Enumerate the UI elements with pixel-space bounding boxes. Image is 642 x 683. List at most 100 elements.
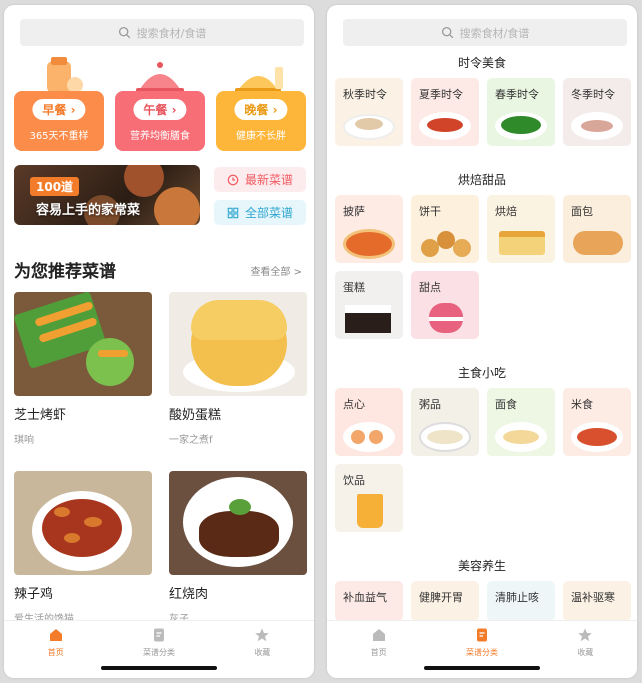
category-item[interactable]: 点心 bbox=[335, 388, 403, 456]
category-label: 烘焙 bbox=[495, 205, 517, 218]
tab-favorites[interactable]: 收藏 bbox=[550, 627, 620, 678]
tab-home-label: 首页 bbox=[47, 648, 64, 657]
category-item[interactable]: 饮品 bbox=[335, 464, 403, 532]
category-image bbox=[335, 104, 403, 146]
tab-categories-label: 菜谱分类 bbox=[142, 648, 175, 657]
category-image bbox=[411, 414, 479, 456]
chevron-right-icon: › bbox=[70, 103, 76, 117]
breakfast-subtitle: 365天不重样 bbox=[29, 131, 89, 142]
category-label: 饮品 bbox=[343, 474, 365, 487]
star-icon bbox=[255, 628, 270, 642]
lunch-card[interactable]: 午餐 › 营养均衡膳食 bbox=[115, 55, 205, 151]
banner-text: 容易上手的家常菜 bbox=[36, 203, 141, 218]
recipe-card[interactable]: 酸奶蛋糕 一家之煮f bbox=[169, 292, 307, 446]
category-item[interactable]: 补血益气 bbox=[335, 581, 403, 621]
category-item[interactable]: 健脾开胃 bbox=[411, 581, 479, 621]
tab-favorites-label: 收藏 bbox=[577, 648, 594, 657]
menu-book-icon bbox=[476, 628, 487, 642]
latest-recipes-button[interactable]: 最新菜谱 bbox=[214, 167, 306, 192]
tab-home[interactable]: 首页 bbox=[21, 627, 91, 678]
category-item[interactable]: 清肺止咳 bbox=[487, 581, 555, 621]
category-item[interactable]: 温补驱寒 bbox=[563, 581, 631, 621]
recipe-name: 辣子鸡 bbox=[14, 587, 54, 602]
lunch-subtitle: 营养均衡膳食 bbox=[130, 131, 190, 142]
category-image bbox=[335, 297, 403, 339]
recipe-author: 一家之煮f bbox=[169, 435, 213, 446]
all-recipes-button[interactable]: 全部菜谱 bbox=[214, 200, 306, 225]
category-label: 温补驱寒 bbox=[571, 591, 615, 604]
category-item[interactable]: 粥品 bbox=[411, 388, 479, 456]
latest-recipes-label: 最新菜谱 bbox=[244, 173, 293, 187]
recipe-card[interactable]: 红烧肉 灰子 bbox=[169, 471, 307, 625]
category-label: 粥品 bbox=[419, 398, 441, 411]
search-bar[interactable]: 搜索食材/食谱 bbox=[20, 19, 304, 46]
category-label: 点心 bbox=[343, 398, 365, 411]
recipe-name: 红烧肉 bbox=[169, 587, 209, 602]
category-title-baking: 烘焙甜品 bbox=[457, 173, 506, 187]
tab-favorites[interactable]: 收藏 bbox=[227, 627, 297, 678]
category-label: 面食 bbox=[495, 398, 517, 411]
dinner-label: 晚餐 bbox=[244, 103, 269, 117]
category-label: 春季时令 bbox=[495, 88, 539, 101]
category-image bbox=[563, 414, 631, 456]
category-label: 冬季时令 bbox=[571, 88, 615, 101]
category-item[interactable]: 饼干 bbox=[411, 195, 479, 263]
category-title-wellness: 美容养生 bbox=[457, 559, 506, 573]
category-label: 甜点 bbox=[419, 281, 441, 294]
recommended-title: 为您推荐菜谱 bbox=[14, 262, 116, 282]
category-label: 补血益气 bbox=[343, 591, 387, 604]
home-screen: 搜索食材/食谱 早餐 › 365天不重样 午餐 › 营养均衡膳食 晚餐 › 健康… bbox=[4, 5, 314, 678]
recipe-image bbox=[14, 292, 152, 396]
breakfast-card[interactable]: 早餐 › 365天不重样 bbox=[14, 55, 104, 151]
tab-home-label: 首页 bbox=[370, 648, 387, 657]
category-item[interactable]: 披萨 bbox=[335, 195, 403, 263]
category-image bbox=[335, 414, 403, 456]
category-screen: 搜索食材/食谱 时令美食 秋季时令 夏季时令 春季时令 冬季时令 烘焙甜品 披萨… bbox=[327, 5, 637, 678]
category-item[interactable]: 甜点 bbox=[411, 271, 479, 339]
recipe-image bbox=[169, 292, 307, 396]
search-placeholder: 搜索食材/食谱 bbox=[459, 26, 530, 40]
category-label: 秋季时令 bbox=[343, 88, 387, 101]
tab-categories[interactable]: 菜谱分类 bbox=[447, 627, 517, 678]
tab-categories-label: 菜谱分类 bbox=[465, 648, 498, 657]
recipe-image bbox=[14, 471, 152, 575]
category-image bbox=[487, 414, 555, 456]
category-label: 健脾开胃 bbox=[419, 591, 463, 604]
home-icon bbox=[372, 629, 385, 641]
category-label: 面包 bbox=[571, 205, 593, 218]
category-image bbox=[563, 104, 631, 146]
category-item[interactable]: 烘焙 bbox=[487, 195, 555, 263]
home-cooking-banner[interactable]: 100道 容易上手的家常菜 bbox=[14, 165, 200, 225]
category-item[interactable]: 秋季时令 bbox=[335, 78, 403, 146]
all-recipes-label: 全部菜谱 bbox=[244, 206, 293, 220]
recipe-card[interactable]: 芝士烤虾 琪响 bbox=[14, 292, 152, 446]
search-bar[interactable]: 搜索食材/食谱 bbox=[343, 19, 627, 46]
category-item[interactable]: 面包 bbox=[563, 195, 631, 263]
tab-categories[interactable]: 菜谱分类 bbox=[124, 627, 194, 678]
recipe-image bbox=[169, 471, 307, 575]
category-image bbox=[487, 221, 555, 263]
search-placeholder: 搜索食材/食谱 bbox=[136, 26, 207, 40]
category-item[interactable]: 蛋糕 bbox=[335, 271, 403, 339]
category-label: 披萨 bbox=[343, 205, 365, 218]
category-item[interactable]: 冬季时令 bbox=[563, 78, 631, 146]
home-indicator bbox=[424, 666, 540, 670]
category-item[interactable]: 夏季时令 bbox=[411, 78, 479, 146]
dinner-subtitle: 健康不长胖 bbox=[236, 131, 286, 142]
category-label: 米食 bbox=[571, 398, 593, 411]
category-item[interactable]: 春季时令 bbox=[487, 78, 555, 146]
recipe-card[interactable]: 辣子鸡 爱生活的馋猫 bbox=[14, 471, 152, 625]
category-item[interactable]: 米食 bbox=[563, 388, 631, 456]
breakfast-label: 早餐 bbox=[42, 103, 67, 117]
category-label: 夏季时令 bbox=[419, 88, 463, 101]
category-image bbox=[411, 221, 479, 263]
chevron-right-icon: › bbox=[171, 103, 177, 117]
category-item[interactable]: 面食 bbox=[487, 388, 555, 456]
clock-icon bbox=[227, 174, 239, 185]
category-title-seasonal: 时令美食 bbox=[457, 56, 506, 70]
dinner-card[interactable]: 晚餐 › 健康不长胖 bbox=[216, 55, 306, 151]
category-image bbox=[411, 104, 479, 146]
category-label: 清肺止咳 bbox=[495, 591, 539, 604]
tab-home[interactable]: 首页 bbox=[344, 627, 414, 678]
see-all-link[interactable]: 查看全部 > bbox=[250, 263, 302, 278]
